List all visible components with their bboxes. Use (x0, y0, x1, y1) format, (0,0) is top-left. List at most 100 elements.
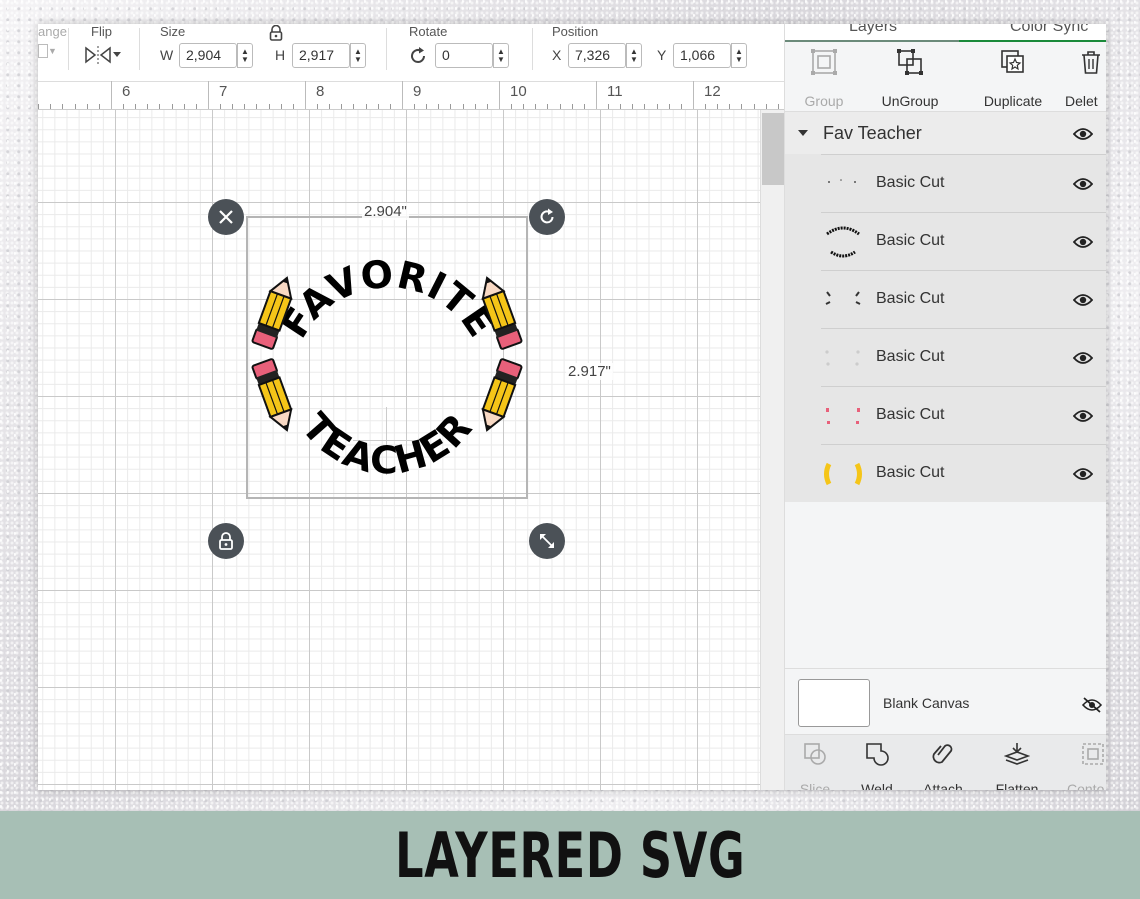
flip-button[interactable] (84, 44, 124, 66)
slice-button[interactable]: Slice (783, 741, 847, 790)
group-button[interactable]: Group (789, 48, 859, 109)
duplicate-button[interactable]: Duplicate (973, 48, 1053, 109)
flip-label: Flip (91, 24, 112, 39)
layer-row[interactable]: Basic Cut (821, 212, 1106, 270)
height-input[interactable]: 2,917 (292, 43, 350, 68)
ruler-tick (474, 104, 476, 109)
scrollbar-thumb[interactable] (762, 113, 784, 185)
toolbar-separator (386, 28, 387, 70)
contour-button[interactable]: Conto (1061, 741, 1106, 790)
ruler-tick (498, 81, 500, 109)
eye-icon[interactable] (1073, 467, 1093, 481)
ruler-tick (329, 104, 331, 109)
eye-hidden-icon[interactable] (1081, 697, 1103, 713)
ruler-tick (317, 104, 318, 109)
ruler-tick (304, 81, 306, 109)
duplicate-icon (1001, 50, 1024, 73)
resize-arrows-icon (540, 534, 554, 548)
delete-label: Delet (1065, 93, 1098, 109)
ruler-tick (86, 104, 88, 109)
layer-thumbnail (826, 226, 860, 258)
rotate-stepper[interactable]: ▲ ▼ (493, 43, 509, 68)
layer-list: Basic Cut Basic Cut Basic Cut Basic Cut Basi… (785, 154, 1106, 502)
ungroup-icon (897, 49, 923, 75)
chevron-down-icon[interactable] (797, 129, 809, 137)
ruler-tick (668, 104, 670, 109)
tab-layers[interactable]: Layers (849, 24, 897, 36)
y-position-input[interactable]: 1,066 (673, 43, 731, 68)
layer-thumbnail (826, 408, 860, 424)
y-position-stepper[interactable]: ▲ ▼ (731, 43, 747, 68)
canvas-scrollbar[interactable] (760, 110, 784, 790)
weld-button[interactable]: Weld (845, 741, 909, 790)
ruler-tick (656, 104, 658, 109)
eye-icon[interactable] (1073, 127, 1093, 141)
ruler-tick (644, 104, 646, 109)
layer-thumbnail (825, 291, 861, 305)
delete-button[interactable]: Delet (1061, 48, 1106, 109)
lock-icon[interactable] (269, 25, 283, 41)
ruler-number: 9 (413, 83, 422, 100)
blank-canvas-swatch[interactable] (798, 679, 870, 727)
flatten-button[interactable]: Flatten (983, 741, 1051, 790)
layer-row[interactable]: Basic Cut (821, 444, 1106, 502)
eye-icon[interactable] (1073, 177, 1093, 191)
ruler-tick (280, 104, 282, 109)
width-input[interactable]: 2,904 (179, 43, 237, 68)
ruler-tick (110, 81, 112, 109)
ruler-tick (62, 104, 64, 109)
layer-name: Basic Cut (876, 290, 945, 307)
eye-icon[interactable] (1073, 409, 1093, 423)
rotate-handle[interactable] (529, 199, 565, 235)
arrange-label: ange (38, 24, 67, 39)
x-position-stepper[interactable]: ▲ ▼ (626, 43, 642, 68)
layer-row[interactable]: Basic Cut (821, 386, 1106, 444)
ruler-tick (571, 104, 573, 109)
eye-icon[interactable] (1073, 351, 1093, 365)
arrange-button[interactable]: ▼ (38, 44, 60, 66)
blank-canvas-label: Blank Canvas (883, 695, 970, 711)
design-canvas[interactable]: FAVORITE TEACHER 2.904" 2.917" (38, 110, 760, 790)
ruler-tick (232, 104, 234, 109)
ungroup-label: UnGroup (881, 93, 939, 109)
ruler-number: 6 (122, 83, 131, 100)
attach-button[interactable]: Attach (911, 741, 975, 790)
layer-row[interactable]: Basic Cut (821, 154, 1106, 212)
ruler-tick (207, 81, 209, 109)
width-stepper[interactable]: ▲ ▼ (237, 43, 253, 68)
layer-group-fav-teacher[interactable]: Fav Teacher (785, 112, 1106, 154)
ruler-tick (559, 104, 561, 109)
layer-name: Basic Cut (876, 406, 945, 423)
x-position-input[interactable]: 7,326 (568, 43, 626, 68)
layer-name: Basic Cut (876, 348, 945, 365)
ruler-tick (765, 104, 767, 109)
ungroup-button[interactable]: UnGroup (875, 48, 945, 109)
lock-icon (219, 532, 233, 550)
resize-handle[interactable] (529, 523, 565, 559)
rotate-input[interactable]: 0 (435, 43, 493, 68)
attach-label: Attach (923, 781, 963, 790)
ruler-tick (341, 104, 343, 109)
toolbar-separator (139, 28, 140, 70)
rotate-icon (411, 47, 425, 63)
ruler-tick (183, 104, 185, 109)
eye-icon[interactable] (1073, 235, 1093, 249)
selection-box[interactable] (246, 216, 528, 499)
layer-row[interactable]: Basic Cut (821, 328, 1106, 386)
group-label: Group (804, 93, 844, 109)
tab-color-sync[interactable]: Color Sync (1010, 24, 1088, 36)
ruler-tick (608, 104, 609, 109)
layer-thumbnail (828, 179, 856, 183)
position-label: Position (552, 24, 599, 39)
height-stepper[interactable]: ▲ ▼ (350, 43, 366, 68)
ruler-tick (523, 104, 525, 109)
blank-canvas-row[interactable]: Blank Canvas (785, 668, 1106, 734)
ruler-tick (705, 104, 706, 109)
layer-row[interactable]: Basic Cut (821, 270, 1106, 328)
eye-icon[interactable] (1073, 293, 1093, 307)
lock-handle[interactable] (208, 523, 244, 559)
layer-thumbnail (825, 350, 860, 366)
delete-handle[interactable] (208, 199, 244, 235)
width-axis-label: W (160, 47, 174, 63)
layer-name: Basic Cut (876, 174, 945, 191)
